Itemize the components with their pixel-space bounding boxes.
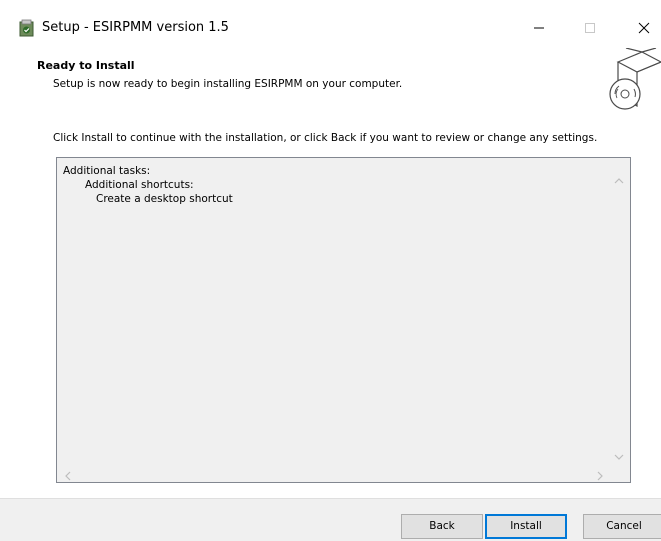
ready-memo[interactable]: Additional tasks: Additional shortcuts: … (56, 157, 631, 483)
scroll-left-icon[interactable] (64, 466, 72, 481)
minimize-button[interactable] (517, 12, 561, 44)
close-icon (638, 19, 650, 38)
title-bar[interactable]: Setup - ESIRPMM version 1.5 (0, 0, 661, 56)
back-button[interactable]: Back (401, 514, 483, 539)
install-box-icon (604, 47, 661, 114)
maximize-icon (584, 19, 596, 38)
page-subtitle: Setup is now ready to begin installing E… (53, 78, 403, 90)
minimize-icon (533, 19, 545, 38)
memo-line: Additional tasks: (63, 165, 151, 177)
setup-window: Setup - ESIRPMM version 1.5 Ready to Ins… (0, 0, 661, 541)
setup-app-icon (19, 19, 35, 37)
memo-line: Create a desktop shortcut (96, 193, 233, 205)
page-title: Ready to Install (37, 59, 135, 72)
cancel-button[interactable]: Cancel (583, 514, 661, 539)
install-instruction: Click Install to continue with the insta… (53, 132, 598, 144)
close-button[interactable] (627, 12, 661, 44)
install-button[interactable]: Install (485, 514, 567, 539)
scroll-down-icon[interactable] (614, 446, 624, 460)
scroll-up-icon[interactable] (614, 170, 624, 184)
scroll-right-icon[interactable] (596, 466, 604, 481)
maximize-button[interactable] (568, 12, 612, 44)
memo-line: Additional shortcuts: (85, 179, 194, 191)
button-bar: Back Install Cancel (0, 498, 661, 541)
window-title: Setup - ESIRPMM version 1.5 (42, 20, 229, 35)
